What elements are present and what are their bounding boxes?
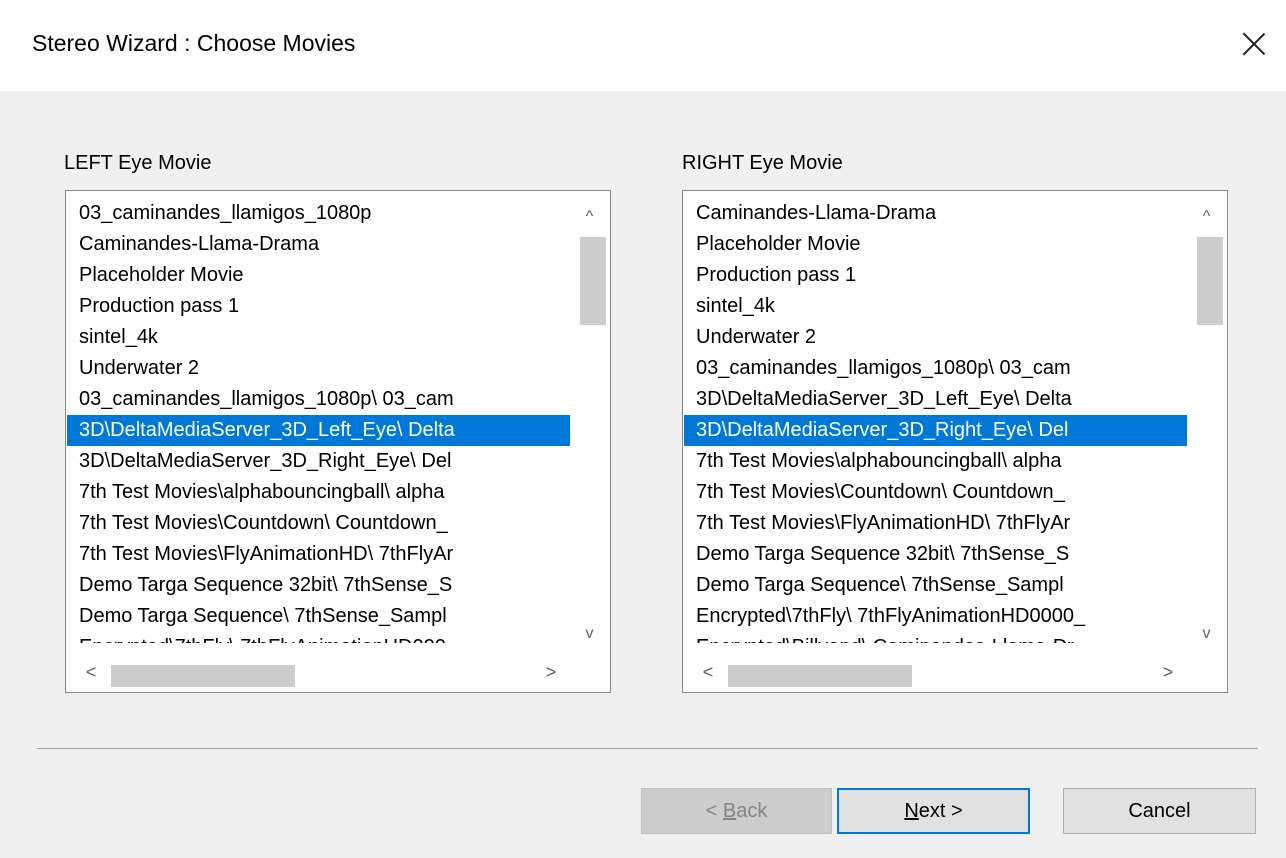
list-item[interactable]: Encrypted\Billyand\ Caminandes-Llama-Dr (684, 632, 1188, 643)
scroll-thumb[interactable] (111, 665, 295, 687)
next-button[interactable]: Next > (837, 788, 1030, 834)
list-item[interactable]: 3D\DeltaMediaServer_3D_Right_Eye\ Del (67, 446, 571, 477)
list-item[interactable]: 03_caminandes_llamigos_1080p\ 03_cam (67, 384, 571, 415)
list-item[interactable]: 03_caminandes_llamigos_1080p (67, 198, 571, 229)
list-item[interactable]: 7th Test Movies\alphabouncingball\ alpha (684, 446, 1188, 477)
stereo-wizard-dialog: Stereo Wizard : Choose Movies LEFT Eye M… (0, 0, 1286, 858)
list-item[interactable]: 7th Test Movies\alphabouncingball\ alpha (67, 477, 571, 508)
list-item[interactable]: Production pass 1 (67, 291, 571, 322)
list-item[interactable]: 7th Test Movies\Countdown\ Countdown_ (684, 477, 1188, 508)
list-item[interactable]: sintel_4k (684, 291, 1188, 322)
left-vertical-scrollbar[interactable]: ^ v (570, 192, 609, 651)
right-horizontal-scrollbar[interactable]: < > (684, 655, 1186, 691)
left-horizontal-scrollbar[interactable]: < > (67, 655, 569, 691)
right-vertical-scrollbar[interactable]: ^ v (1187, 192, 1226, 651)
list-item[interactable]: Underwater 2 (684, 322, 1188, 353)
left-eye-listbox[interactable]: 03_caminandes_llamigos_1080p Caminandes-L… (65, 190, 611, 693)
scroll-left-icon[interactable]: < (73, 655, 109, 691)
cancel-button[interactable]: Cancel (1063, 788, 1256, 834)
close-icon[interactable] (1234, 25, 1274, 65)
scroll-thumb[interactable] (1197, 237, 1223, 325)
right-eye-label: RIGHT Eye Movie (682, 152, 843, 174)
left-eye-label: LEFT Eye Movie (64, 152, 212, 174)
list-item[interactable]: Placeholder Movie (67, 260, 571, 291)
list-item[interactable]: Encrypted\7thFly\ 7thFlyAnimationHD000 (67, 632, 571, 643)
right-eye-list-items: Caminandes-Llama-Drama Placeholder Movie P… (684, 198, 1188, 643)
separator (37, 748, 1258, 749)
list-item[interactable]: 3D\DeltaMediaServer_3D_Right_Eye\ Del (684, 415, 1188, 446)
list-item[interactable]: Demo Targa Sequence 32bit\ 7thSense_S (67, 570, 571, 601)
list-item[interactable]: Production pass 1 (684, 260, 1188, 291)
title-bar: Stereo Wizard : Choose Movies (0, 0, 1286, 91)
back-button[interactable]: < Back (641, 788, 832, 834)
left-eye-list-items: 03_caminandes_llamigos_1080p Caminandes-L… (67, 198, 571, 643)
list-item[interactable]: 3D\DeltaMediaServer_3D_Left_Eye\ Delta (67, 415, 571, 446)
back-rest: ack (736, 800, 768, 822)
back-accel: B (722, 800, 737, 822)
list-item[interactable]: 7th Test Movies\FlyAnimationHD\ 7thFlyAr (684, 508, 1188, 539)
window-title: Stereo Wizard : Choose Movies (32, 30, 356, 56)
scroll-thumb[interactable] (580, 237, 606, 325)
list-item[interactable]: Caminandes-Llama-Drama (67, 229, 571, 260)
scroll-down-icon[interactable]: v (570, 617, 609, 651)
scroll-right-icon[interactable]: > (533, 655, 569, 691)
list-item[interactable]: Demo Targa Sequence\ 7thSense_Sampl (684, 570, 1188, 601)
list-item[interactable]: Caminandes-Llama-Drama (684, 198, 1188, 229)
next-accel: N (904, 800, 919, 822)
scroll-right-icon[interactable]: > (1150, 655, 1186, 691)
right-eye-listbox[interactable]: Caminandes-Llama-Drama Placeholder Movie P… (682, 190, 1228, 693)
list-item[interactable]: 7th Test Movies\Countdown\ Countdown_ (67, 508, 571, 539)
list-item[interactable]: sintel_4k (67, 322, 571, 353)
next-rest: ext > (918, 800, 963, 822)
back-prefix: < (705, 800, 723, 822)
list-item[interactable]: 7th Test Movies\FlyAnimationHD\ 7thFlyAr (67, 539, 571, 570)
scroll-thumb[interactable] (728, 665, 912, 687)
list-item[interactable]: Demo Targa Sequence\ 7thSense_Sampl (67, 601, 571, 632)
scroll-up-icon[interactable]: ^ (1187, 200, 1226, 234)
list-item[interactable]: 3D\DeltaMediaServer_3D_Left_Eye\ Delta (684, 384, 1188, 415)
list-item[interactable]: Demo Targa Sequence 32bit\ 7thSense_S (684, 539, 1188, 570)
scroll-left-icon[interactable]: < (690, 655, 726, 691)
list-item[interactable]: 03_caminandes_llamigos_1080p\ 03_cam (684, 353, 1188, 384)
list-item[interactable]: Encrypted\7thFly\ 7thFlyAnimationHD0000_ (684, 601, 1188, 632)
list-item[interactable]: Placeholder Movie (684, 229, 1188, 260)
scroll-down-icon[interactable]: v (1187, 617, 1226, 651)
list-item[interactable]: Underwater 2 (67, 353, 571, 384)
scroll-up-icon[interactable]: ^ (570, 200, 609, 234)
